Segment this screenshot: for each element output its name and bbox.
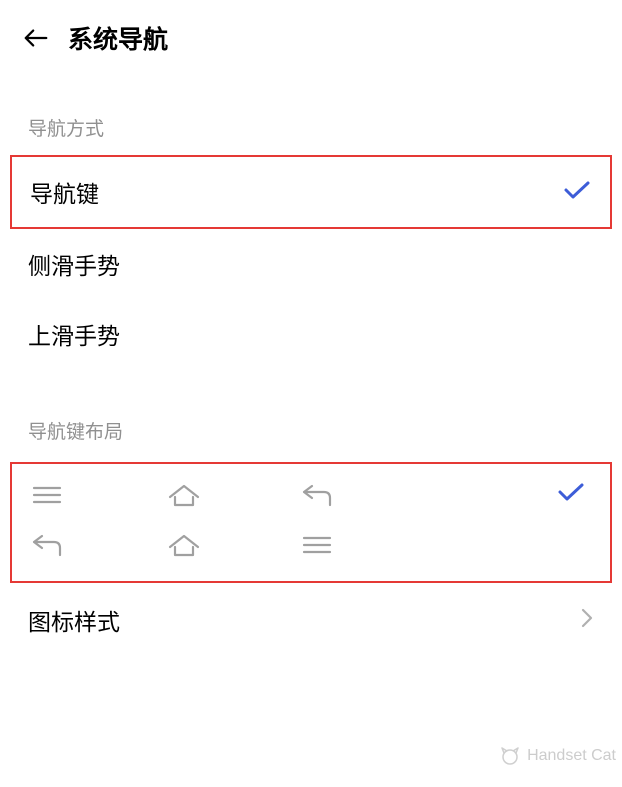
- nav-key-layout-section-label: 导航键布局: [0, 417, 622, 444]
- back-icon: [300, 481, 435, 509]
- option-label: 侧滑手势: [28, 247, 120, 281]
- back-icon: [30, 531, 165, 559]
- checkmark-icon: [562, 178, 592, 207]
- menu-icon: [30, 482, 165, 508]
- option-icon-style[interactable]: 图标样式: [0, 583, 622, 637]
- chevron-right-icon: [580, 607, 594, 634]
- watermark: Handset Cat: [499, 745, 616, 767]
- option-nav-keys[interactable]: 导航键: [10, 155, 612, 229]
- option-label: 图标样式: [28, 603, 120, 637]
- checkmark-icon: [556, 480, 586, 509]
- option-label: 导航键: [30, 175, 99, 209]
- layout-option-1[interactable]: [30, 480, 592, 509]
- option-label: 上滑手势: [28, 317, 120, 351]
- page-title: 系统导航: [68, 20, 168, 56]
- nav-method-section-label: 导航方式: [0, 114, 622, 141]
- home-icon: [165, 531, 300, 559]
- menu-icon: [300, 532, 435, 558]
- option-side-swipe[interactable]: 侧滑手势: [0, 229, 622, 299]
- back-button[interactable]: [22, 24, 50, 52]
- arrow-left-icon: [22, 26, 50, 50]
- home-icon: [165, 481, 300, 509]
- layout-option-2[interactable]: [30, 531, 592, 559]
- header: 系统导航: [0, 0, 622, 66]
- nav-key-layout-section: [10, 462, 612, 583]
- watermark-text: Handset Cat: [527, 747, 616, 765]
- option-up-swipe[interactable]: 上滑手势: [0, 299, 622, 369]
